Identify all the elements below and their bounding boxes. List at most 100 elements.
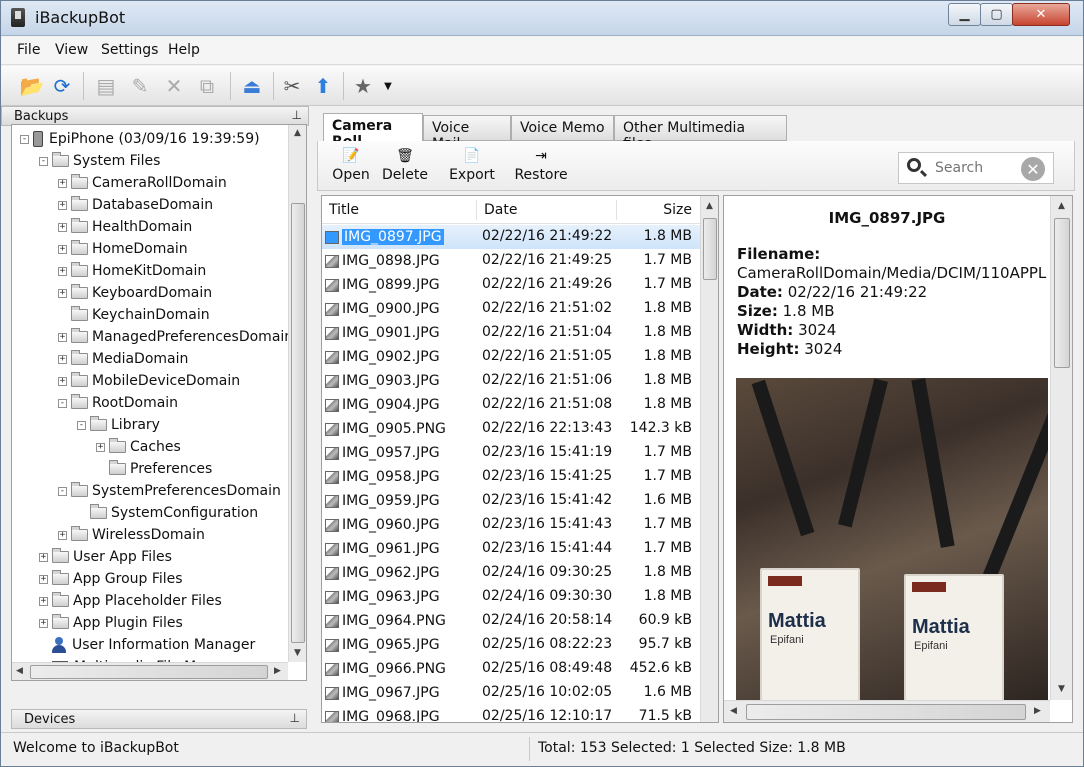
file-row[interactable]: IMG_0957.JPG 02/23/16 15:41:19 1.7 MB xyxy=(322,441,700,465)
file-list-scrollbar[interactable]: ▲ xyxy=(700,196,718,722)
refresh-icon[interactable]: ⟳ xyxy=(49,73,75,99)
tree-node[interactable]: + HealthDomain xyxy=(58,216,192,238)
file-row[interactable]: IMG_0959.JPG 02/23/16 15:41:42 1.6 MB xyxy=(322,489,700,513)
preview-vertical-scrollbar[interactable]: ▲ ▼ xyxy=(1050,196,1072,700)
tree-node[interactable]: + MediaDomain xyxy=(58,348,188,370)
file-row[interactable]: IMG_0968.JPG 02/25/16 12:10:17 71.5 kB xyxy=(322,705,700,722)
delete-icon[interactable]: ✕ xyxy=(161,73,187,99)
file-row[interactable]: IMG_0962.JPG 02/24/16 09:30:25 1.8 MB xyxy=(322,561,700,585)
tab-voice-memo[interactable]: Voice Memo xyxy=(511,115,614,141)
file-row[interactable]: IMG_0901.JPG 02/22/16 21:51:04 1.8 MB xyxy=(322,321,700,345)
tree-node[interactable]: + CameraRollDomain xyxy=(58,172,227,194)
collapse-icon[interactable]: - xyxy=(77,420,86,430)
expand-icon[interactable]: + xyxy=(58,222,67,232)
tree-node[interactable]: + HomeKitDomain xyxy=(58,260,206,282)
scroll-down-icon[interactable]: ▼ xyxy=(1058,684,1065,694)
collapse-icon[interactable]: - xyxy=(39,156,48,166)
expand-icon[interactable]: + xyxy=(39,574,48,584)
expand-icon[interactable]: + xyxy=(58,288,67,298)
expand-icon[interactable]: + xyxy=(58,354,67,364)
tree-node[interactable]: + App Plugin Files xyxy=(39,612,183,634)
expand-icon[interactable]: + xyxy=(58,530,67,540)
expand-icon[interactable]: + xyxy=(39,618,48,628)
file-row[interactable]: IMG_0897.JPG 02/22/16 21:49:22 1.8 MB xyxy=(322,225,700,249)
tree-node[interactable]: + App Group Files xyxy=(39,568,183,590)
favorites-icon[interactable]: ★ xyxy=(350,73,376,99)
file-row[interactable]: IMG_0902.JPG 02/22/16 21:51:05 1.8 MB xyxy=(322,345,700,369)
column-separator[interactable] xyxy=(476,200,477,220)
tree-node[interactable]: KeychainDomain xyxy=(58,304,210,326)
scroll-thumb[interactable] xyxy=(1054,218,1070,368)
clean-icon[interactable]: ✎ xyxy=(127,73,153,99)
column-date[interactable]: Date xyxy=(484,202,517,218)
clear-search-icon[interactable]: ✕ xyxy=(1021,157,1045,181)
file-row[interactable]: IMG_0963.JPG 02/24/16 09:30:30 1.8 MB xyxy=(322,585,700,609)
menu-help[interactable]: Help xyxy=(168,42,200,58)
expand-icon[interactable]: + xyxy=(58,266,67,276)
maximize-button[interactable]: ▢ xyxy=(980,3,1013,26)
menu-file[interactable]: File xyxy=(17,42,40,58)
tree-node[interactable]: + Caches xyxy=(96,436,181,458)
scroll-right-icon[interactable]: ▶ xyxy=(1034,706,1041,716)
expand-icon[interactable]: + xyxy=(58,200,67,210)
close-button[interactable]: ✕ xyxy=(1012,3,1070,26)
tree-node[interactable]: - System Files xyxy=(39,150,160,172)
file-row[interactable]: IMG_0967.JPG 02/25/16 10:02:05 1.6 MB xyxy=(322,681,700,705)
minimize-button[interactable]: ▁ xyxy=(948,3,981,26)
column-size[interactable]: Size xyxy=(663,202,692,218)
restore-button[interactable]: ⇥ Restore xyxy=(512,144,570,188)
dropdown-arrow-icon[interactable]: ▼ xyxy=(381,73,395,99)
backup-tree[interactable]: - EpiPhone (03/09/16 19:39:59) - System Fil… xyxy=(11,124,307,681)
collapse-icon[interactable]: - xyxy=(20,134,29,144)
open-button[interactable]: 📝 Open xyxy=(330,144,372,188)
file-row[interactable]: IMG_0958.JPG 02/23/16 15:41:25 1.7 MB xyxy=(322,465,700,489)
collapse-icon[interactable]: - xyxy=(58,486,67,496)
scroll-thumb[interactable] xyxy=(30,665,268,679)
search-box[interactable]: ✕ xyxy=(898,152,1054,184)
file-row[interactable]: IMG_0903.JPG 02/22/16 21:51:06 1.8 MB xyxy=(322,369,700,393)
tab-camera-roll[interactable]: Camera Roll xyxy=(323,113,423,150)
file-row[interactable]: IMG_0898.JPG 02/22/16 21:49:25 1.7 MB xyxy=(322,249,700,273)
tree-node[interactable]: + KeyboardDomain xyxy=(58,282,212,304)
scroll-up-icon[interactable]: ▲ xyxy=(706,201,713,211)
tree-node[interactable]: Preferences xyxy=(96,458,212,480)
tree-node[interactable]: + WirelessDomain xyxy=(58,524,205,546)
search-input[interactable] xyxy=(935,158,1021,178)
file-row[interactable]: IMG_0961.JPG 02/23/16 15:41:44 1.7 MB xyxy=(322,537,700,561)
tree-node[interactable]: - SystemPreferencesDomain xyxy=(58,480,281,502)
tree-node[interactable]: + DatabaseDomain xyxy=(58,194,213,216)
tree-node[interactable]: - EpiPhone (03/09/16 19:39:59) xyxy=(20,128,260,150)
scroll-thumb[interactable] xyxy=(291,203,305,643)
tree-node[interactable]: - Library xyxy=(77,414,160,436)
tree-node[interactable]: - RootDomain xyxy=(58,392,178,414)
file-list[interactable]: Title Date Size IMG_0897.JPG 02/22/16 21:… xyxy=(321,195,719,723)
upload-icon[interactable]: ⬆ xyxy=(310,73,336,99)
tree-horizontal-scrollbar[interactable]: ◀ ▶ xyxy=(12,662,288,680)
title-bar[interactable]: iBackupBot ▁ ▢ ✕ xyxy=(1,1,1083,36)
tree-node[interactable]: SystemConfiguration xyxy=(77,502,258,524)
scroll-down-icon[interactable]: ▼ xyxy=(294,648,301,658)
tree-node[interactable]: + App Placeholder Files xyxy=(39,590,222,612)
menu-view[interactable]: View xyxy=(55,42,88,58)
file-row[interactable]: IMG_0899.JPG 02/22/16 21:49:26 1.7 MB xyxy=(322,273,700,297)
file-row[interactable]: IMG_0900.JPG 02/22/16 21:51:02 1.8 MB xyxy=(322,297,700,321)
preview-horizontal-scrollbar[interactable]: ◀ ▶ xyxy=(724,700,1050,722)
tab-voice-mail[interactable]: Voice Mail xyxy=(423,115,511,152)
file-row[interactable]: IMG_0965.JPG 02/25/16 08:22:23 95.7 kB xyxy=(322,633,700,657)
collapse-icon[interactable]: - xyxy=(58,398,67,408)
copy-icon[interactable]: ▤ xyxy=(93,73,119,99)
tree-node[interactable]: + ManagedPreferencesDomain xyxy=(58,326,293,348)
menu-settings[interactable]: Settings xyxy=(101,42,158,58)
export-icon[interactable]: ⧉ xyxy=(194,73,220,99)
export-button[interactable]: 📄 Export xyxy=(446,144,498,188)
tree-node[interactable]: + MobileDeviceDomain xyxy=(58,370,240,392)
column-separator[interactable] xyxy=(616,200,617,220)
file-row[interactable]: IMG_0904.JPG 02/22/16 21:51:08 1.8 MB xyxy=(322,393,700,417)
column-title[interactable]: Title xyxy=(329,202,359,218)
scroll-up-icon[interactable]: ▲ xyxy=(294,128,301,138)
file-row[interactable]: IMG_0905.PNG 02/22/16 22:13:43 142.3 kB xyxy=(322,417,700,441)
scroll-thumb[interactable] xyxy=(703,218,717,280)
expand-icon[interactable]: + xyxy=(58,332,67,342)
open-backup-icon[interactable]: 📂 xyxy=(19,73,45,99)
tab-other-multimedia[interactable]: Other Multimedia files xyxy=(614,115,787,152)
